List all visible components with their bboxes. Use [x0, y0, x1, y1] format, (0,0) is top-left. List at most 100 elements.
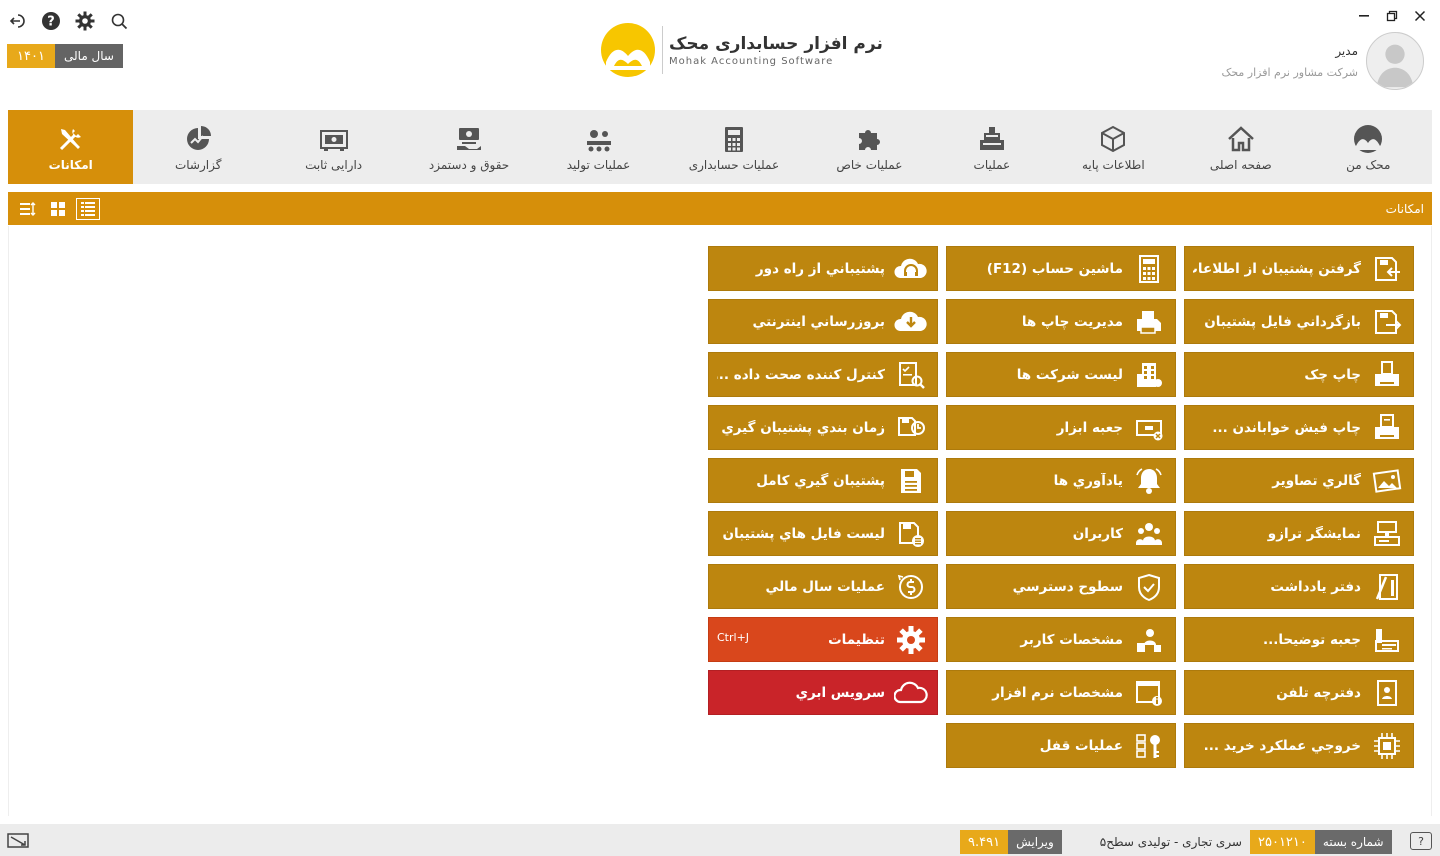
- grid-view-icon[interactable]: [46, 198, 70, 220]
- user-panel[interactable]: مدیر شرکت مشاور نرم افزار محک: [1221, 32, 1424, 90]
- tile-online-update[interactable]: بروزرساني اينترنتي: [708, 299, 938, 344]
- user-card-icon: [1131, 622, 1167, 658]
- close-button[interactable]: [1408, 6, 1432, 26]
- tile-restore-backup[interactable]: بازگرداني فايل پشتيبان: [1184, 299, 1414, 344]
- tile-label: مشخصات کاربر: [1020, 631, 1123, 648]
- tile-data-integrity-checker[interactable]: کنترل کننده صحت داده ...: [708, 352, 938, 397]
- list-view-icon[interactable]: [76, 197, 100, 220]
- ribbon-tabs: محک من صفحه اصلی اطلاعات پایه عملیات عمل…: [7, 110, 1432, 184]
- tile-fiscal-year-operations[interactable]: عمليات سال مالي: [708, 564, 938, 609]
- tile-remote-support[interactable]: پشتيباني از راه دور: [708, 246, 938, 291]
- tile-backup[interactable]: گرفتن پشتيبان از اطلاعات: [1184, 246, 1414, 291]
- tile-label: بروزرساني اينترنتي: [752, 313, 885, 330]
- tile-user-profile[interactable]: مشخصات کاربر: [946, 617, 1176, 662]
- tab-fixed-assets[interactable]: دارایی ثابت: [263, 110, 404, 184]
- fiscal-year-badge[interactable]: ۱۴۰۱ سال مالی: [7, 44, 123, 68]
- tools-icon: [54, 122, 88, 156]
- gear-icon: [893, 622, 929, 658]
- tile-phonebook[interactable]: دفترچه تلفن: [1184, 670, 1414, 715]
- minimize-button[interactable]: [1352, 6, 1376, 26]
- tile-label: کاربران: [1072, 525, 1123, 542]
- window-controls: [1352, 6, 1432, 26]
- tile-scale-display[interactable]: نمايشگر ترازو: [1184, 511, 1414, 556]
- status-bar: ویرایش ۹.۴۹۱ سری تجاری - تولیدی سطح۵ شما…: [0, 824, 1440, 856]
- logout-icon[interactable]: [6, 10, 28, 32]
- tab-special-operations[interactable]: عملیات خاص: [805, 110, 934, 184]
- top-toolbar: ?: [6, 10, 130, 32]
- headset-cloud-icon: [893, 251, 929, 287]
- section-header: امکانات: [8, 192, 1432, 225]
- tab-features[interactable]: امکانات: [7, 110, 134, 184]
- printer-icon: [1131, 304, 1167, 340]
- tile-print-management[interactable]: مديريت چاپ ها: [946, 299, 1176, 344]
- tab-accounting-operations[interactable]: عملیات حسابداری: [663, 110, 804, 184]
- tile-company-list[interactable]: ليست شرکت ها: [946, 352, 1176, 397]
- logo-divider: [662, 26, 663, 74]
- chart-icon: [181, 122, 215, 156]
- screen-icon[interactable]: [6, 832, 30, 850]
- view-switcher: [16, 197, 100, 220]
- tab-home[interactable]: صفحه اصلی: [1177, 110, 1304, 184]
- tab-mohak-man[interactable]: محک من: [1305, 110, 1432, 184]
- tab-production-operations[interactable]: عملیات تولید: [534, 110, 663, 184]
- phonebook-icon: [1369, 675, 1405, 711]
- scale-icon: [1369, 516, 1405, 552]
- help-icon[interactable]: ?: [40, 10, 62, 32]
- box-icon: [1096, 122, 1130, 156]
- tab-base-info[interactable]: اطلاعات پایه: [1050, 110, 1177, 184]
- tile-backup-schedule[interactable]: زمان بندي پشتيبان گيري: [708, 405, 938, 450]
- tile-users[interactable]: کاربران: [946, 511, 1176, 556]
- tile-notebook[interactable]: دفتر يادداشت: [1184, 564, 1414, 609]
- tile-label: جعبه ابزار: [1056, 419, 1123, 436]
- tab-label: عملیات حسابداری: [688, 158, 780, 172]
- tab-operations[interactable]: عملیات: [934, 110, 1050, 184]
- tile-gallery[interactable]: گالري تصاوير: [1184, 458, 1414, 503]
- sort-icon[interactable]: [16, 198, 40, 220]
- tab-label: دارایی ثابت: [305, 158, 363, 172]
- search-icon[interactable]: [108, 10, 130, 32]
- tab-label: صفحه اصلی: [1209, 158, 1272, 172]
- calculator-icon: [1131, 251, 1167, 287]
- tab-label: عملیات خاص: [836, 158, 903, 172]
- tile-label: سرويس ابري: [795, 684, 885, 701]
- tab-reports[interactable]: گزارشات: [133, 110, 262, 184]
- tile-purchase-output[interactable]: خروجي عملکرد خريد ...: [1184, 723, 1414, 768]
- tile-label: ليست فايل هاي پشتيبان: [722, 525, 885, 542]
- tile-label: خروجي عملکرد خريد ...: [1203, 737, 1361, 754]
- tile-reminders[interactable]: يادآوري ها: [946, 458, 1176, 503]
- section-title: امکانات: [1385, 201, 1424, 216]
- shortcut-hint: Ctrl+J: [717, 631, 750, 644]
- tile-calculator[interactable]: ماشين حساب (F12): [946, 246, 1176, 291]
- tile-label: زمان بندي پشتيبان گيري: [721, 419, 885, 436]
- tile-software-info[interactable]: مشخصات نرم افزار: [946, 670, 1176, 715]
- tile-lock-operations[interactable]: عمليات قفل: [946, 723, 1176, 768]
- tile-label: چاپ چک: [1304, 366, 1361, 383]
- tile-access-levels[interactable]: سطوح دسترسي: [946, 564, 1176, 609]
- notebook-icon: [1369, 569, 1405, 605]
- tile-check-print[interactable]: چاپ چک: [1184, 352, 1414, 397]
- user-company: شرکت مشاور نرم افزار محک: [1221, 65, 1358, 79]
- restore-button[interactable]: [1380, 6, 1404, 26]
- cloud-download-icon: [893, 304, 929, 340]
- avatar[interactable]: [1366, 32, 1424, 90]
- tab-label: اطلاعات پایه: [1081, 158, 1145, 172]
- tile-cloud-service[interactable]: سرويس ابري: [708, 670, 938, 715]
- gear-icon[interactable]: [74, 10, 96, 32]
- mohak-logo-icon: [1351, 122, 1385, 156]
- tile-deposit-print[interactable]: چاپ فيش خواباندن ...: [1184, 405, 1414, 450]
- tile-full-backup[interactable]: پشتيبان گيري کامل: [708, 458, 938, 503]
- help-button[interactable]: ?: [1410, 832, 1432, 850]
- tile-comment-box[interactable]: جعبه توضيحا...: [1184, 617, 1414, 662]
- data-check-icon: [893, 357, 929, 393]
- package-value: ۲۵۰۱۲۱۰: [1250, 830, 1315, 854]
- tile-settings[interactable]: تنظيمات Ctrl+J: [708, 617, 938, 662]
- tile-toolbox[interactable]: جعبه ابزار: [946, 405, 1176, 450]
- tile-column-1: گرفتن پشتيبان از اطلاعات بازگرداني فايل …: [1184, 246, 1414, 768]
- fiscal-year-value: ۱۴۰۱: [7, 44, 55, 68]
- tile-label: چاپ فيش خواباندن ...: [1212, 419, 1361, 436]
- tile-label: گالري تصاوير: [1272, 472, 1361, 489]
- tile-backup-file-list[interactable]: ليست فايل هاي پشتيبان: [708, 511, 938, 556]
- users-icon: [1131, 516, 1167, 552]
- tab-salary[interactable]: حقوق و دستمزد: [404, 110, 533, 184]
- tile-label: دفترچه تلفن: [1276, 684, 1361, 701]
